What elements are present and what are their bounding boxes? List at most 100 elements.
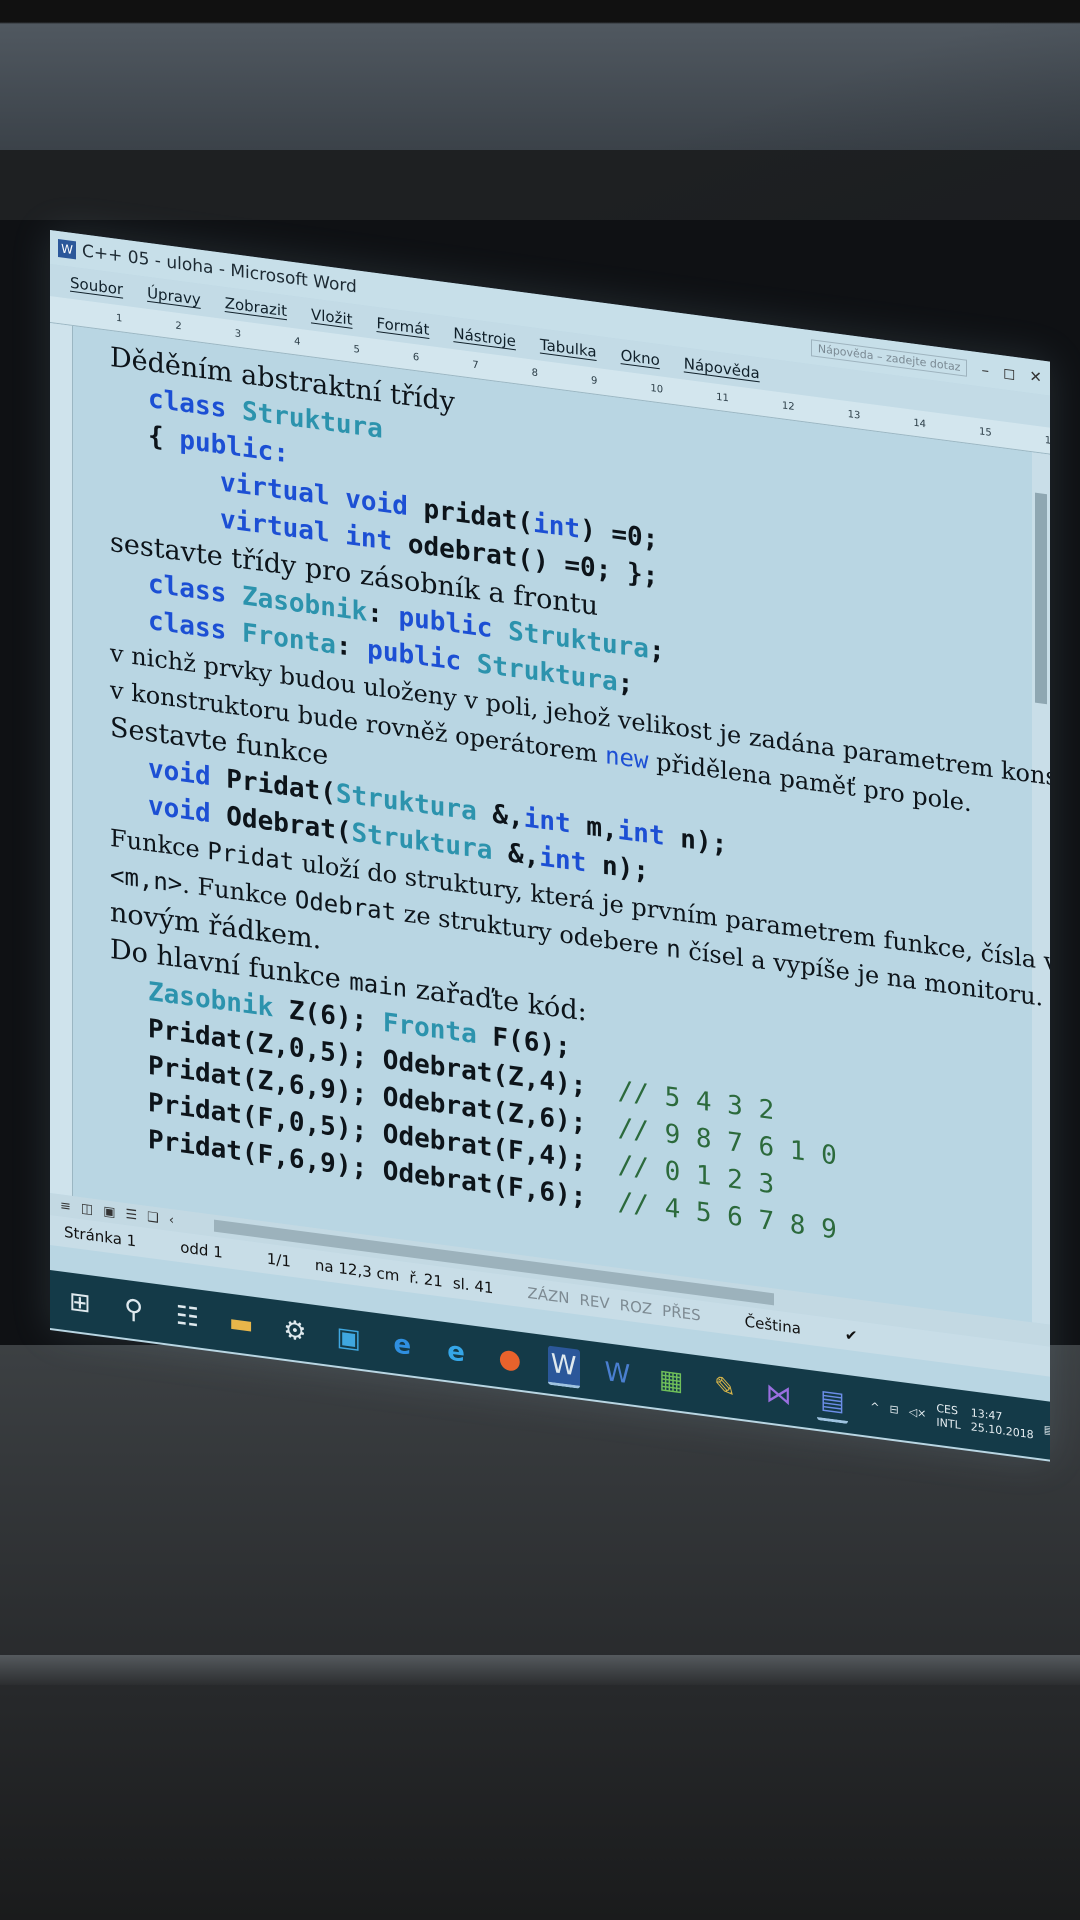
internet-explorer-icon[interactable]: e <box>440 1332 472 1372</box>
ruler-mark: 15 <box>979 425 992 439</box>
inline-keyword: new <box>605 741 649 775</box>
word-app-icon: W <box>58 239 76 260</box>
notification-icon[interactable]: ▤ <box>1044 1423 1050 1438</box>
inline-code: Pridat <box>207 836 295 877</box>
document-area[interactable]: Děděním abstraktní třídy class Struktura… <box>50 323 1050 1325</box>
code-text: { <box>148 420 164 453</box>
status-language[interactable]: Čeština <box>745 1312 801 1337</box>
status-revisions[interactable]: REV <box>579 1291 609 1313</box>
ruler-mark: 2 <box>175 320 182 332</box>
status-section: odd 1 <box>180 1238 223 1262</box>
visual-studio-icon[interactable]: ⋈ <box>763 1375 795 1415</box>
reading-view-icon[interactable]: ❑ <box>147 1209 159 1226</box>
volume-muted-icon[interactable]: ◁× <box>909 1405 927 1421</box>
ruler-mark: 12 <box>781 399 795 413</box>
store-icon[interactable]: ▣ <box>333 1318 365 1358</box>
outline-view-icon[interactable]: ☰ <box>126 1206 138 1223</box>
windows-start-icon[interactable]: ⊞ <box>64 1283 96 1323</box>
paint-icon[interactable]: ✎ <box>709 1368 741 1408</box>
ruler-mark: 16 <box>1044 434 1050 448</box>
tray-chevron-icon[interactable]: ^ <box>870 1400 879 1415</box>
menu-item-soubor[interactable]: Soubor <box>70 274 123 299</box>
edge-icon[interactable]: e <box>387 1325 419 1365</box>
keyword: int <box>539 842 587 879</box>
firefox-icon[interactable]: ● <box>494 1339 526 1379</box>
inline-code: <m,n> <box>110 860 183 899</box>
print-layout-icon[interactable]: ▣ <box>103 1204 115 1221</box>
ruler-mark: 4 <box>294 335 301 348</box>
scroll-left-icon[interactable]: ‹ <box>169 1212 174 1228</box>
word-doc-icon[interactable]: W <box>602 1354 634 1394</box>
keyword: void <box>148 753 211 793</box>
ruler-mark: 9 <box>591 374 598 387</box>
settings-icon[interactable]: ⚙ <box>279 1311 311 1351</box>
projection: W C++ 05 - uloha - Microsoft Word Nápově… <box>50 230 1080 1462</box>
file-explorer-icon[interactable]: ▬ <box>225 1304 257 1344</box>
scrollbar-thumb[interactable] <box>1035 492 1047 705</box>
menu-item-napoveda[interactable]: Nápověda <box>684 354 760 382</box>
status-overtype[interactable]: PŘES <box>662 1302 700 1325</box>
ruler-mark: 14 <box>913 417 927 430</box>
ruler-mark: 8 <box>531 366 538 379</box>
vertical-scrollbar[interactable] <box>1032 452 1050 1325</box>
whiteboard-ledge <box>0 1655 1080 1685</box>
keyword: class <box>148 605 227 647</box>
status-record[interactable]: ZÁZN <box>527 1284 569 1308</box>
ruler-mark: 13 <box>847 408 861 422</box>
code-text: ; <box>617 667 634 700</box>
ruler-mark: 5 <box>353 343 360 356</box>
save-app-icon[interactable]: ▤ <box>816 1380 849 1424</box>
ruler-mark: 6 <box>412 351 420 364</box>
status-line: ř. 21 <box>409 1268 443 1291</box>
status-column: sl. 41 <box>452 1274 494 1298</box>
minimize-button[interactable]: – <box>981 361 989 380</box>
code-text: &, <box>476 797 524 834</box>
close-button[interactable]: ✕ <box>1029 367 1042 387</box>
ruler-mark: 11 <box>716 391 729 404</box>
web-view-icon[interactable]: ◫ <box>81 1201 93 1218</box>
system-tray: ^ ⊟ ◁× CES INTL 13:47 25.10.2018 ▤ <box>870 1393 1050 1445</box>
desktop-display: W C++ 05 - uloha - Microsoft Word Nápově… <box>50 230 1050 1462</box>
code-text: n); <box>664 821 728 861</box>
status-extend[interactable]: ROZ <box>620 1296 653 1318</box>
document-page[interactable]: Děděním abstraktní třídy class Struktura… <box>110 339 1050 1272</box>
ruler-mark: 3 <box>234 327 242 340</box>
status-page: Stránka 1 <box>64 1222 137 1251</box>
menu-item-upravy[interactable]: Úpravy <box>147 284 201 309</box>
menu-item-vlozit[interactable]: Vložit <box>311 305 353 328</box>
keyword: void <box>345 483 408 523</box>
code-text: ; <box>648 634 665 667</box>
word-icon[interactable]: W <box>547 1345 580 1389</box>
lang-bottom: INTL <box>936 1415 961 1432</box>
image-viewer-icon[interactable]: ▦ <box>655 1361 687 1401</box>
vertical-ruler[interactable] <box>50 323 73 1197</box>
code-text: n); <box>586 848 649 887</box>
ruler-mark: 10 <box>650 382 664 396</box>
ruler-mark: 1 <box>116 312 123 325</box>
status-position: na 12,3 cm <box>314 1255 400 1285</box>
code-text: ) =0; <box>580 514 659 556</box>
code-text: : <box>367 597 399 632</box>
menu-item-format[interactable]: Formát <box>377 314 430 339</box>
inline-code: main <box>349 967 408 1004</box>
clock[interactable]: 13:47 25.10.2018 <box>971 1406 1034 1442</box>
keyword: void <box>148 790 211 830</box>
keyword: int <box>533 508 581 545</box>
menu-item-okno[interactable]: Okno <box>621 346 660 369</box>
network-icon[interactable]: ⊟ <box>889 1403 898 1418</box>
keyword: int <box>617 815 665 852</box>
code-text: &, <box>492 836 540 873</box>
ruler-mark: 7 <box>472 359 479 371</box>
status-pages: 1/1 <box>266 1249 291 1271</box>
spellcheck-icon[interactable]: ✔ <box>845 1326 858 1346</box>
code-text: m, <box>570 809 618 846</box>
menu-item-tabulka[interactable]: Tabulka <box>540 335 597 360</box>
normal-view-icon[interactable]: ≡ <box>60 1198 71 1214</box>
menu-item-nastroje[interactable]: Nástroje <box>453 324 516 350</box>
task-view-icon[interactable]: ☷ <box>172 1297 204 1337</box>
input-language[interactable]: CES INTL <box>936 1402 960 1433</box>
restore-button[interactable]: ◻ <box>1003 363 1015 383</box>
code-text: : <box>335 630 368 665</box>
search-icon[interactable]: ⚲ <box>118 1290 150 1330</box>
menu-item-zobrazit[interactable]: Zobrazit <box>225 294 287 320</box>
